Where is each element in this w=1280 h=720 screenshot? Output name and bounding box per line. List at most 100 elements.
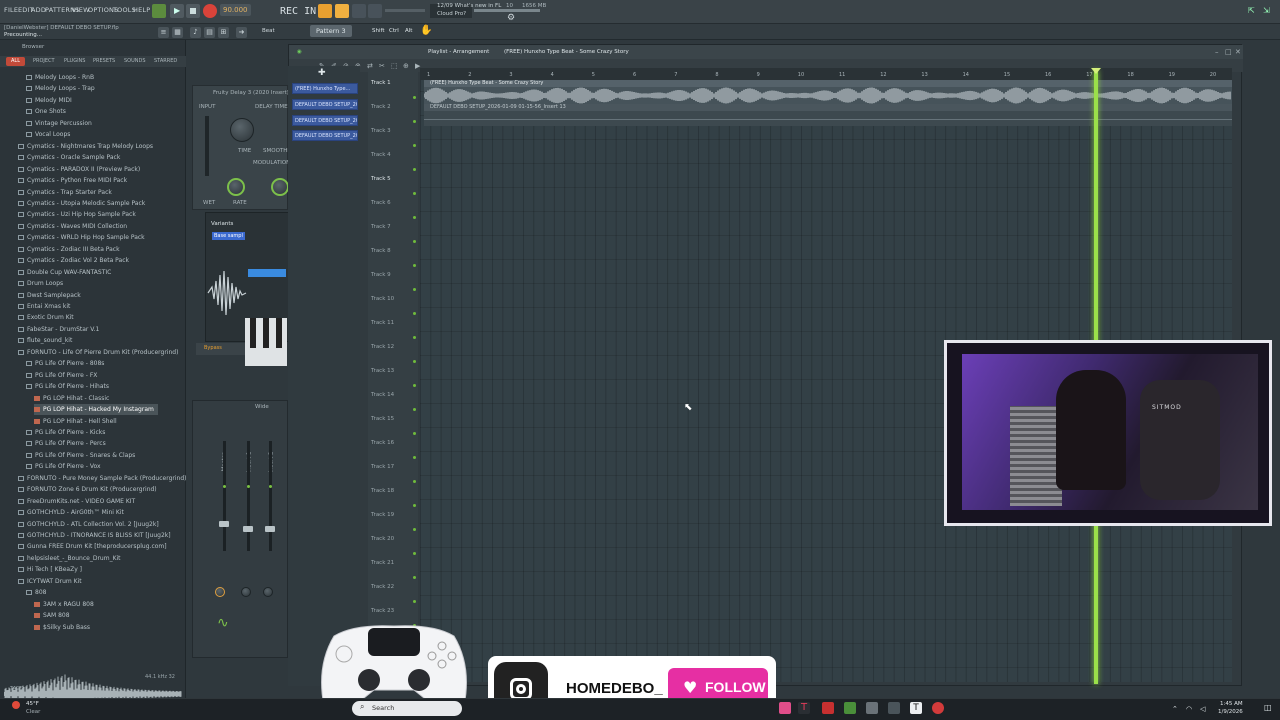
track-mute-led[interactable]: [413, 504, 416, 507]
track-mute-led[interactable]: [413, 360, 416, 363]
browser-folder[interactable]: Gunna FREE Drum Kit [theproducersplug.co…: [18, 541, 167, 552]
browser-folder[interactable]: ICYTWAT Drum Kit: [18, 576, 82, 587]
pattern-item[interactable]: DEFAULT DEBO SETUP_202...: [292, 115, 358, 126]
track-name[interactable]: Track 11: [371, 320, 394, 326]
pattern-item[interactable]: DEFAULT DEBO SETUP_202...: [292, 130, 358, 141]
pan-knob-master[interactable]: [215, 587, 225, 597]
tab-all[interactable]: ALL: [6, 57, 25, 66]
track-name[interactable]: Track 16: [371, 440, 394, 446]
slip-tool-icon[interactable]: ⇄: [367, 62, 373, 70]
playhead-marker[interactable]: [1091, 68, 1101, 74]
news-line-1[interactable]: 12/09 What's new in FL: [437, 3, 501, 10]
step-edit-button[interactable]: [368, 4, 382, 18]
track-mute-led[interactable]: [413, 288, 416, 291]
blend-notes-button[interactable]: [352, 4, 366, 18]
taskbar-app-icon[interactable]: [779, 702, 791, 714]
track-mute-led[interactable]: [413, 600, 416, 603]
track-name[interactable]: Track 4: [371, 152, 391, 158]
browser-file[interactable]: PG LOP Hihat - Hacked My Instagram: [34, 404, 158, 416]
tab-presets[interactable]: PRESETS: [93, 58, 115, 64]
track-name[interactable]: Track 19: [371, 512, 394, 518]
clock-time[interactable]: 1:45 AM: [1220, 701, 1243, 707]
track-mute-led[interactable]: [413, 96, 416, 99]
track-name[interactable]: Track 7: [371, 224, 391, 230]
browser-folder[interactable]: PG Life Of Pierre - Kicks: [26, 427, 105, 438]
track-mute-led[interactable]: [413, 480, 416, 483]
track-name[interactable]: Track 21: [371, 560, 394, 566]
browser-folder[interactable]: Exotic Drum Kit: [18, 312, 74, 323]
browser-folder[interactable]: Cymatics - Utopia Melodic Sample Pack: [18, 198, 145, 209]
browser-folder[interactable]: Cymatics - PARADOX II (Preview Pack): [18, 164, 140, 175]
view-icon-5[interactable]: ⊞: [218, 27, 229, 38]
countdown-button[interactable]: [335, 4, 349, 18]
browser-folder[interactable]: Entai Xmas kit: [18, 301, 70, 312]
volume-icon[interactable]: ◁: [1200, 705, 1205, 713]
window-icon-1[interactable]: ⇱: [1248, 6, 1255, 15]
browser-folder[interactable]: Vintage Percussion: [26, 118, 92, 129]
window-icon-2[interactable]: ⇲: [1263, 6, 1270, 15]
mod-shift[interactable]: Shift: [372, 28, 385, 34]
playlist-mode-icon[interactable]: ◉: [297, 49, 302, 55]
insert1-fader[interactable]: [247, 441, 250, 551]
track-name[interactable]: Track 8: [371, 248, 391, 254]
browser-file[interactable]: $Silky Sub Bass: [34, 622, 90, 633]
wifi-icon[interactable]: ◠: [1186, 705, 1192, 713]
browser-folder[interactable]: 808: [26, 587, 46, 598]
menu-add[interactable]: ADD: [31, 6, 46, 14]
browser-folder[interactable]: FabeStar - DrumStar V.1: [18, 324, 99, 335]
browser-folder[interactable]: Melody MIDI: [26, 95, 72, 106]
view-icon-4[interactable]: ▤: [204, 27, 215, 38]
track-mute-led[interactable]: [413, 456, 416, 459]
browser-folder[interactable]: Melody Loops - RnB: [26, 72, 94, 83]
browser-folder[interactable]: Cymatics - Oracle Sample Pack: [18, 152, 120, 163]
pattern-song-toggle[interactable]: [152, 4, 166, 18]
mod-ctrl[interactable]: Ctrl: [389, 28, 399, 34]
browser-file[interactable]: PG LOP Hihat - Hell Shell: [34, 416, 117, 427]
tab-plugins[interactable]: PLUGINS: [64, 58, 85, 64]
view-icon-2[interactable]: ▦: [172, 27, 183, 38]
browser-folder[interactable]: One Shots: [26, 106, 66, 117]
track-name[interactable]: Track 2: [371, 104, 391, 110]
delay-time-knob[interactable]: [230, 118, 254, 142]
track-name[interactable]: Track 22: [371, 584, 394, 590]
track-mute-led[interactable]: [413, 312, 416, 315]
track-mute-led[interactable]: [413, 264, 416, 267]
browser-folder[interactable]: PG Life Of Pierre - Vox: [26, 461, 101, 472]
weather-temp[interactable]: 45°F: [26, 701, 39, 707]
play-button[interactable]: ▶: [170, 4, 184, 18]
browser-folder[interactable]: Cymatics - WRLD Hip Hop Sample Pack: [18, 232, 145, 243]
taskbar-app-icon[interactable]: [822, 702, 834, 714]
track-mute-led[interactable]: [413, 408, 416, 411]
touch-icon[interactable]: ✋: [420, 25, 432, 36]
browser-folder[interactable]: Cymatics - Python Free MIDI Pack: [18, 175, 127, 186]
track-mute-led[interactable]: [413, 216, 416, 219]
track-name[interactable]: Track 3: [371, 128, 391, 134]
track-name[interactable]: Track 5: [371, 176, 391, 182]
browser-folder[interactable]: flute_sound_kit: [18, 335, 72, 346]
browser-folder[interactable]: PG Life Of Pierre - Percs: [26, 438, 106, 449]
track-mute-led[interactable]: [413, 528, 416, 531]
pan-knob-insert2[interactable]: [263, 587, 273, 597]
add-pattern-icon[interactable]: ✚: [318, 68, 326, 78]
track-name[interactable]: Track 10: [371, 296, 394, 302]
browser-folder[interactable]: Cymatics - Zodiac III Beta Pack: [18, 244, 120, 255]
stop-button[interactable]: [186, 4, 200, 18]
input-fader[interactable]: [205, 116, 209, 176]
browser-folder[interactable]: FORNUTO - Life Of Pierre Drum Kit (Produ…: [18, 347, 178, 358]
minimize-icon[interactable]: –: [1215, 48, 1219, 56]
mod-alt[interactable]: Alt: [405, 28, 412, 34]
master-fader-handle[interactable]: [219, 521, 229, 527]
taskbar-app-icon[interactable]: [866, 702, 878, 714]
variant-item[interactable]: Base sampl: [212, 232, 245, 240]
mini-piano[interactable]: [245, 318, 287, 366]
rate-knob[interactable]: [227, 178, 245, 196]
browser-folder[interactable]: helpsisleet_-_Bounce_Drum_Kit: [18, 553, 121, 564]
timeline-ruler[interactable]: [420, 68, 1232, 80]
track-mute-led[interactable]: [413, 144, 416, 147]
track-mute-led[interactable]: [413, 240, 416, 243]
browser-file[interactable]: SAM 808: [34, 610, 70, 621]
bypass-toggle[interactable]: Bypass: [196, 343, 246, 355]
browser-folder[interactable]: GOTHCHYLD - ITNORANCE IS BLISS KIT [Juug…: [18, 530, 171, 541]
browser-folder[interactable]: Melody Loops - Trap: [26, 83, 95, 94]
track-name[interactable]: Track 9: [371, 272, 391, 278]
